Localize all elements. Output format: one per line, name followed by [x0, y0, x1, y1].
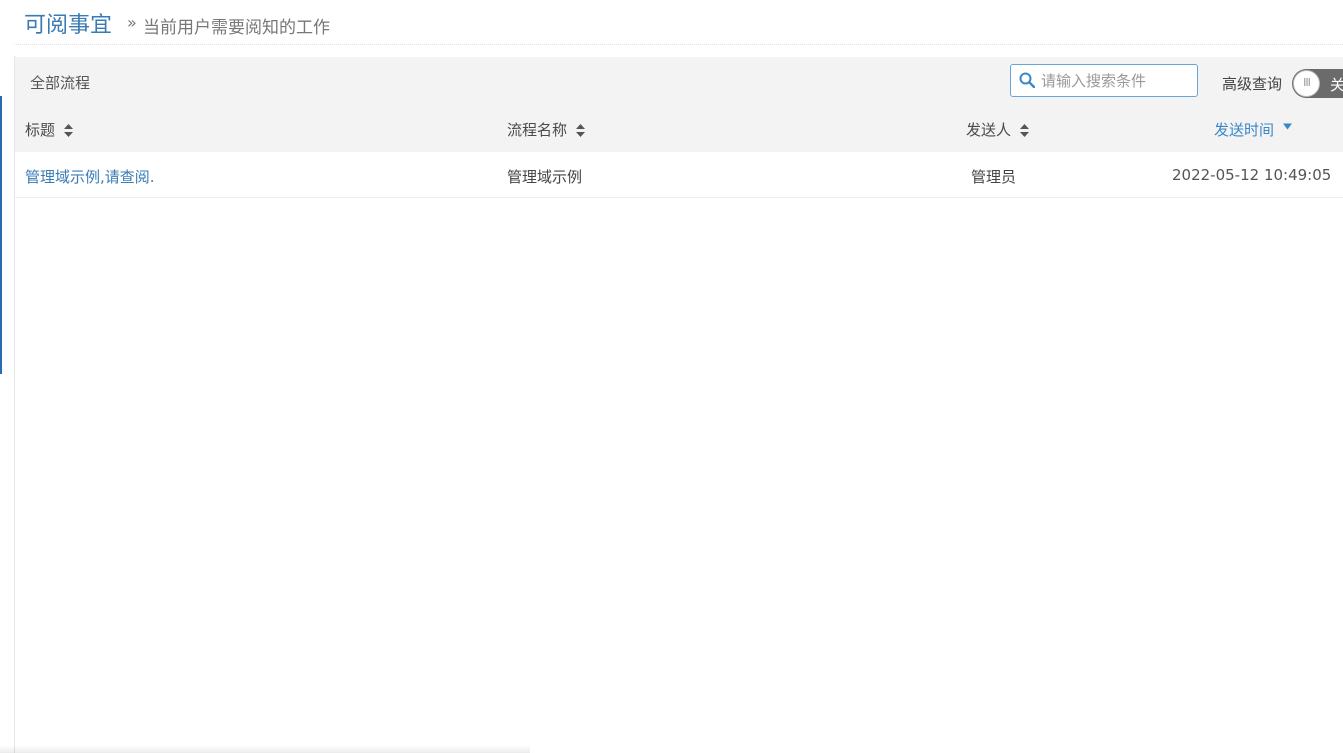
column-header-label: 流程名称	[507, 121, 568, 139]
column-header-send-time[interactable]: 发送时间	[1214, 119, 1292, 140]
process-filter-label: 全部流程	[30, 74, 91, 92]
row-sender: 管理员	[971, 168, 1017, 186]
page-title: 可阅事宜	[24, 13, 113, 38]
column-header-title[interactable]: 标题	[25, 119, 73, 140]
toggle-state-label: 关	[1330, 76, 1343, 94]
sort-both-icon	[63, 124, 73, 137]
advanced-search-label: 高级查询	[1222, 75, 1283, 93]
column-header-process-name[interactable]: 流程名称	[507, 119, 585, 140]
table-toolbar: 全部流程 高级查询 III 关	[15, 57, 1343, 105]
page-header: 可阅事宜 » 当前用户需要阅知的工作	[0, 0, 1343, 46]
sort-both-icon	[575, 124, 585, 137]
row-send-time: 2022-05-12 10:49:05	[1172, 166, 1332, 184]
horizontal-scroll-shadow	[0, 745, 530, 753]
breadcrumb-separator: »	[127, 13, 137, 32]
search-input[interactable]	[1041, 69, 1191, 92]
column-header-label: 发送时间	[1214, 121, 1275, 139]
row-title-link[interactable]: 管理域示例,请查阅.	[25, 166, 155, 187]
sort-both-icon	[1019, 124, 1029, 137]
table-row[interactable]: 管理域示例,请查阅. 管理域示例 管理员 2022-05-12 10:49:05	[15, 152, 1343, 198]
column-header-sender[interactable]: 发送人	[966, 119, 1029, 140]
search-box[interactable]	[1010, 64, 1198, 97]
row-process-name: 管理域示例	[507, 168, 583, 186]
table-header-row: 标题 流程名称 发送人 发送时间	[15, 105, 1343, 152]
read-items-table: 标题 流程名称 发送人 发送时间 管理域示例,请查阅. 管理域示例 管理员 20…	[15, 105, 1343, 198]
sort-desc-icon	[1282, 123, 1292, 130]
page-subtitle: 当前用户需要阅知的工作	[143, 18, 330, 38]
sidebar-edge-accent	[0, 96, 2, 374]
header-divider	[14, 44, 1343, 45]
advanced-search-toggle[interactable]: III 关	[1292, 69, 1343, 98]
column-header-label: 标题	[25, 121, 56, 139]
search-icon[interactable]	[1019, 72, 1036, 89]
column-header-label: 发送人	[966, 121, 1012, 139]
toggle-knob[interactable]: III	[1293, 70, 1320, 97]
